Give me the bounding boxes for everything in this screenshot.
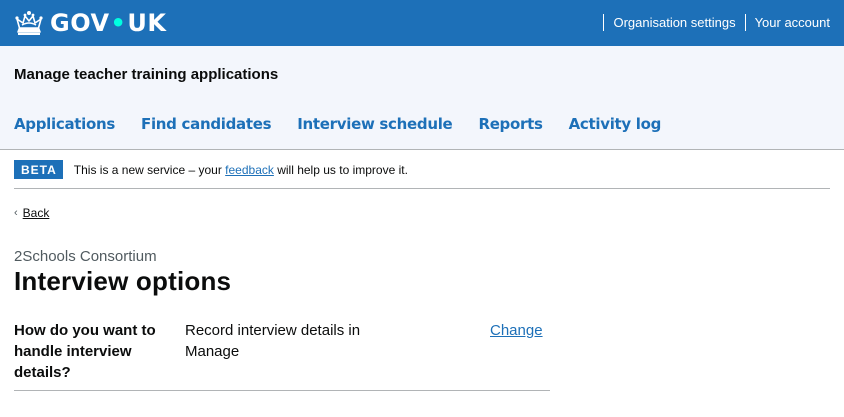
logo-suffix: UK [127,9,167,37]
account-navigation: Organisation settings Your account [594,14,830,31]
beta-tag: BETA [14,160,63,179]
summary-key: How do you want to handle interview deta… [14,322,156,381]
nav-item-activity-log[interactable]: Activity log [569,115,662,133]
govuk-logotype: GOV•UK [50,9,166,37]
govuk-header: GOV•UK Organisation settings Your accoun… [0,0,844,46]
nav-item-interview-schedule[interactable]: Interview schedule [297,115,452,133]
summary-list: How do you want to handle interview deta… [14,320,550,391]
page-caption: 2Schools Consortium [14,248,157,265]
nav-item-applications[interactable]: Applications [14,115,115,133]
banner-text-before: This is a new service – your [73,163,226,177]
govuk-logo-link[interactable]: GOV•UK [14,9,166,37]
your-account-link[interactable]: Your account [744,14,830,31]
feedback-link[interactable]: feedback [225,163,274,177]
back-link-label: Back [22,206,50,220]
logo-prefix: GOV [50,9,110,37]
chevron-left-icon: ‹ [14,207,18,219]
page-title: Interview options [14,266,232,296]
primary-navigation: Applications Find candidates Interview s… [14,115,687,133]
nav-item-find-candidates[interactable]: Find candidates [141,115,272,133]
service-name-link[interactable]: Manage teacher training applications [14,66,278,83]
back-link[interactable]: ‹ Back [14,206,49,220]
nav-item-reports[interactable]: Reports [478,115,542,133]
phase-banner: BETA This is a new service – your feedba… [14,160,830,189]
crown-icon [15,11,43,35]
banner-text-after: will help us to improve it. [273,163,408,177]
summary-value: Record interview details in Manage [185,322,361,360]
logo-dot: • [110,9,127,37]
phase-banner-text: This is a new service – your feedback wi… [74,160,408,180]
organisation-settings-link[interactable]: Organisation settings [603,14,736,31]
service-header: Manage teacher training applications App… [0,46,844,150]
change-interview-details-link[interactable]: Change [490,320,543,341]
